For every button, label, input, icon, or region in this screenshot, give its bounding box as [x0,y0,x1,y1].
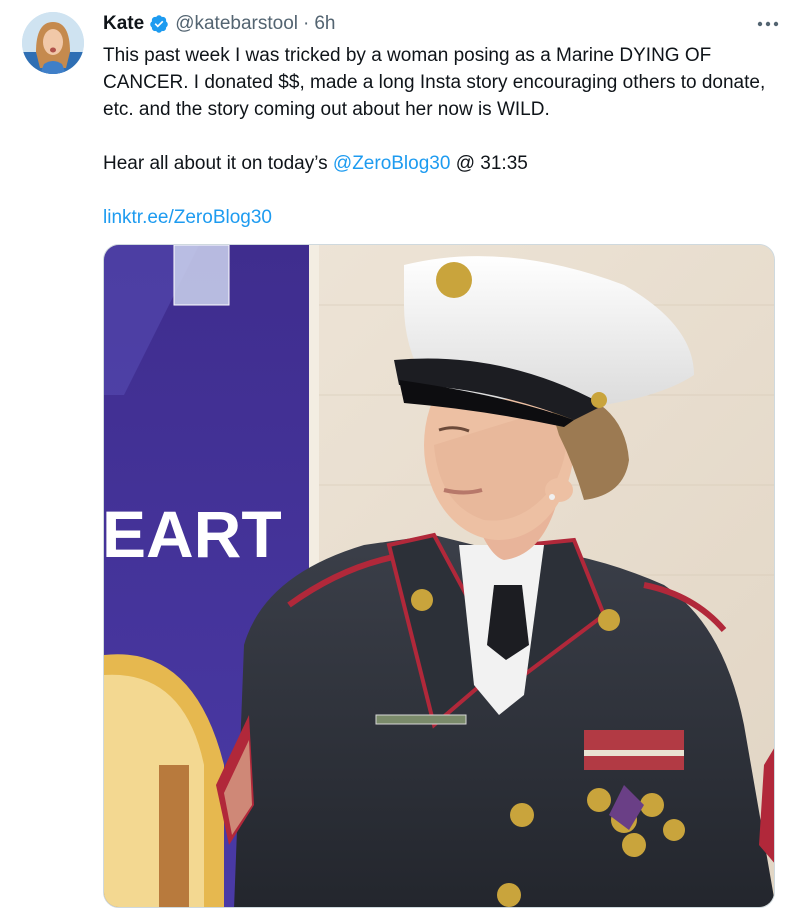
tweet-text: This past week I was tricked by a woman … [103,42,771,231]
marine-photo-image: EART [104,245,774,907]
tweet-body-paragraph: This past week I was tricked by a woman … [103,45,766,120]
more-options-button[interactable] [754,12,782,36]
tweet-header: Kate @katebarstool · 6h [103,10,772,38]
tweet-media-image[interactable]: EART [103,244,775,908]
verified-badge-icon [150,15,168,33]
author-name[interactable]: Kate [103,13,144,35]
tweet-card[interactable]: Kate @katebarstool · 6h This past week I… [0,0,802,914]
body-text-suffix: @ 31:35 [450,153,528,174]
tweet-timestamp[interactable]: 6h [314,13,335,35]
author-handle[interactable]: @katebarstool [175,13,298,35]
banner-sign-text: EART [104,497,282,571]
more-horizontal-icon [757,21,779,27]
avatar[interactable] [22,12,84,74]
external-link[interactable]: linktr.ee/ZeroBlog30 [103,207,272,228]
profile-avatar-icon [22,12,84,74]
body-text: Hear all about it on today’s [103,153,333,174]
separator-dot: · [302,13,310,34]
mention-link[interactable]: @ZeroBlog30 [333,153,451,174]
tweet-body-paragraph-2: Hear all about it on today’s @ZeroBlog30… [103,150,771,177]
